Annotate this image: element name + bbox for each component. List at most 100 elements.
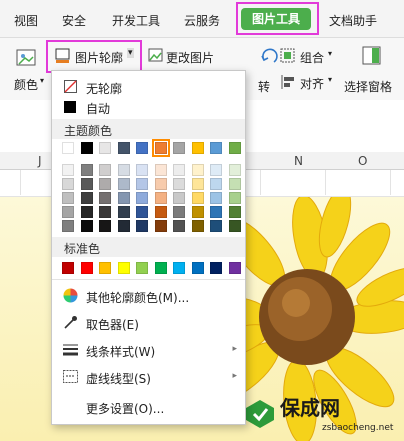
theme-color-shade-swatch[interactable]: [210, 206, 222, 218]
tab-highlight-box: [236, 2, 319, 35]
standard-color-swatch[interactable]: [173, 262, 185, 274]
menu-item-dash-type[interactable]: 虚线线型(S) ▸: [52, 366, 245, 388]
theme-color-swatch[interactable]: [173, 142, 185, 154]
theme-color-shade-swatch[interactable]: [173, 178, 185, 190]
menu-item-eyedropper[interactable]: 取色器(E): [52, 312, 245, 334]
tab-security[interactable]: 安全: [62, 12, 86, 29]
theme-color-shade-swatch[interactable]: [99, 164, 111, 176]
theme-color-shade-swatch[interactable]: [228, 192, 241, 204]
theme-color-shade-swatch[interactable]: [210, 164, 222, 176]
theme-color-shade-swatch[interactable]: [80, 220, 93, 232]
theme-color-shade-swatch[interactable]: [228, 220, 241, 232]
selection-pane-button[interactable]: 选择窗格: [342, 46, 402, 94]
theme-color-shade-swatch[interactable]: [210, 178, 222, 190]
theme-color-shade-swatch[interactable]: [191, 192, 204, 204]
theme-color-shade-swatch[interactable]: [210, 220, 222, 232]
theme-color-shade-swatch[interactable]: [136, 192, 148, 204]
theme-color-shade-swatch[interactable]: [117, 164, 130, 176]
standard-color-swatch[interactable]: [210, 262, 222, 274]
menu-item-line-style[interactable]: 线条样式(W) ▸: [52, 339, 245, 361]
theme-color-shade-swatch[interactable]: [210, 192, 222, 204]
theme-color-shade-swatch[interactable]: [191, 178, 204, 190]
theme-color-shade-swatch[interactable]: [62, 192, 74, 204]
theme-color-swatch[interactable]: [62, 142, 74, 154]
submenu-arrow-icon: ▸: [232, 371, 237, 381]
theme-color-swatch[interactable]: [191, 142, 204, 154]
theme-color-shade-swatch[interactable]: [62, 164, 74, 176]
theme-color-shade-swatch[interactable]: [117, 192, 130, 204]
theme-color-shade-swatch[interactable]: [117, 178, 130, 190]
theme-color-shade-swatch[interactable]: [191, 164, 204, 176]
theme-color-shade-swatch[interactable]: [154, 178, 167, 190]
theme-color-shade-swatch[interactable]: [136, 206, 148, 218]
tab-document-assistant[interactable]: 文档助手: [329, 12, 377, 29]
theme-color-swatch[interactable]: [99, 142, 111, 154]
theme-color-shade-swatch[interactable]: [173, 192, 185, 204]
theme-color-shade-swatch[interactable]: [99, 220, 111, 232]
standard-colors-title: 标准色: [64, 242, 101, 256]
theme-color-shade-swatch[interactable]: [62, 178, 74, 190]
outline-dropdown-menu: 无轮廓 自动 主题颜色 标准色 其他轮廓颜色(M)... 取色器(E) 线条样式…: [51, 70, 246, 425]
outline-highlight-box: [46, 40, 142, 73]
menu-item-automatic[interactable]: 自动: [52, 96, 245, 118]
menu-divider: [52, 279, 245, 280]
theme-color-swatch[interactable]: [117, 142, 130, 154]
theme-color-shade-swatch[interactable]: [173, 220, 185, 232]
theme-color-shade-swatch[interactable]: [191, 220, 204, 232]
theme-color-shade-swatch[interactable]: [99, 206, 111, 218]
tab-developer-tools[interactable]: 开发工具: [112, 12, 160, 29]
picture-color-button[interactable]: 颜色 ▾: [6, 48, 48, 92]
theme-color-swatch[interactable]: [80, 142, 93, 154]
tab-cloud-services[interactable]: 云服务: [184, 12, 220, 29]
theme-color-shade-swatch[interactable]: [173, 164, 185, 176]
theme-color-swatch[interactable]: [228, 142, 241, 154]
theme-color-shade-swatch[interactable]: [80, 164, 93, 176]
theme-color-shade-swatch[interactable]: [136, 220, 148, 232]
theme-color-shade-swatch[interactable]: [228, 164, 241, 176]
standard-color-swatch[interactable]: [191, 262, 204, 274]
theme-color-swatch[interactable]: [136, 142, 148, 154]
standard-color-swatch[interactable]: [62, 262, 74, 274]
theme-color-shade-swatch[interactable]: [136, 178, 148, 190]
theme-color-swatch[interactable]: [151, 139, 170, 157]
standard-color-swatch[interactable]: [99, 262, 111, 274]
standard-color-swatch[interactable]: [154, 262, 167, 274]
column-header-j[interactable]: J: [38, 154, 42, 168]
theme-color-shade-swatch[interactable]: [154, 206, 167, 218]
standard-color-swatch[interactable]: [136, 262, 148, 274]
theme-color-shade-swatch[interactable]: [136, 164, 148, 176]
theme-color-shade-swatch[interactable]: [117, 220, 130, 232]
theme-color-shade-swatch[interactable]: [154, 192, 167, 204]
menu-item-more-settings[interactable]: 更多设置(O)...: [52, 396, 245, 418]
gridline: [325, 170, 326, 195]
menu-item-no-outline[interactable]: 无轮廓: [52, 76, 245, 98]
theme-color-shade-swatch[interactable]: [228, 178, 241, 190]
theme-color-shade-swatch[interactable]: [80, 206, 93, 218]
theme-color-shade-swatch[interactable]: [80, 192, 93, 204]
align-button[interactable]: 对齐 ▾: [278, 72, 338, 94]
watermark-logo-icon: [246, 400, 274, 428]
tab-view[interactable]: 视图: [14, 12, 38, 29]
standard-color-swatch[interactable]: [117, 262, 130, 274]
column-header-n[interactable]: N: [294, 154, 303, 168]
theme-color-shade-swatch[interactable]: [154, 220, 167, 232]
menu-item-more-outline-colors[interactable]: 其他轮廓颜色(M)...: [52, 285, 245, 307]
group-button[interactable]: 组合 ▾: [278, 46, 338, 68]
column-header-o[interactable]: O: [358, 154, 367, 168]
theme-color-shade-swatch[interactable]: [154, 164, 167, 176]
theme-color-shade-swatch[interactable]: [228, 206, 241, 218]
standard-color-swatch[interactable]: [228, 262, 241, 274]
theme-color-shade-swatch[interactable]: [191, 206, 204, 218]
theme-color-shade-swatch[interactable]: [99, 178, 111, 190]
theme-color-shade-swatch[interactable]: [62, 206, 74, 218]
theme-color-shade-swatch[interactable]: [117, 206, 130, 218]
theme-color-shade-swatch[interactable]: [80, 178, 93, 190]
theme-color-shade-swatch[interactable]: [62, 220, 74, 232]
theme-color-shade-swatch[interactable]: [173, 206, 185, 218]
standard-color-swatch[interactable]: [80, 262, 93, 274]
theme-color-swatch[interactable]: [210, 142, 222, 154]
rotate-icon: [261, 48, 278, 63]
theme-color-shade-swatch[interactable]: [99, 192, 111, 204]
watermark-url: zsbaocheng.net: [322, 423, 394, 433]
change-picture-button[interactable]: 更改图片: [146, 44, 224, 68]
